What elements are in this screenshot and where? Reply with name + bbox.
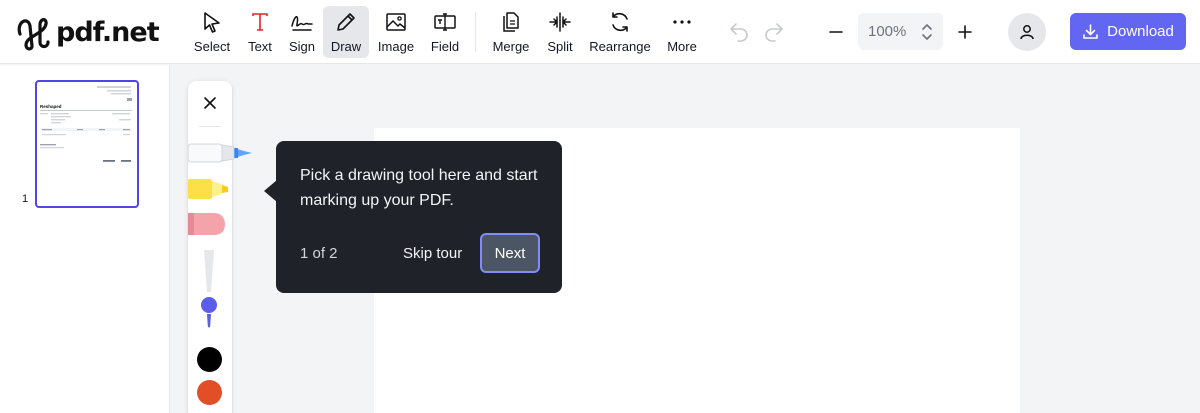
tool-label: Draw (330, 39, 362, 54)
tool-image[interactable]: Image (375, 6, 417, 58)
pdfnet-logo-icon (17, 18, 50, 51)
next-button[interactable]: Next (480, 233, 540, 273)
top-toolbar: pdf.net Select Text Sign Draw Image Fiel… (0, 0, 1200, 64)
user-icon (1020, 25, 1034, 40)
chevron-updown-icon (922, 24, 932, 40)
color-swatch-black[interactable] (197, 347, 222, 372)
tool-label: Select (193, 39, 231, 54)
app-logo[interactable]: pdf.net (14, 12, 160, 52)
close-icon[interactable] (200, 93, 220, 113)
tour-message: Pick a drawing tool here and start marki… (300, 167, 538, 209)
tool-rearrange[interactable]: Rearrange (587, 6, 653, 58)
download-icon (1083, 24, 1098, 39)
toolbar-divider (475, 12, 476, 52)
highlighter-tool-icon[interactable] (188, 176, 230, 202)
tool-label: Text (248, 39, 272, 54)
download-label: Download (1107, 23, 1174, 40)
tool-sign[interactable]: Sign (285, 6, 319, 58)
undo-icon[interactable] (727, 20, 751, 44)
user-avatar-button[interactable] (1008, 13, 1046, 51)
thumbnail-doc-title: Reshaped (40, 104, 62, 109)
page-thumbnail[interactable]: Reshaped (35, 80, 139, 208)
tool-more[interactable]: More (663, 6, 701, 58)
zoom-out-button[interactable] (822, 18, 850, 46)
tool-select[interactable]: Select (190, 6, 234, 58)
zoom-select[interactable]: 100% (858, 13, 943, 50)
stroke-size-slider[interactable] (198, 248, 220, 330)
pen-tool-icon[interactable] (188, 140, 254, 166)
pen-icon (337, 13, 355, 31)
rearrange-icon (612, 12, 628, 32)
tool-label: Split (547, 39, 573, 54)
tool-split[interactable]: Split (542, 6, 578, 58)
color-swatch-orange[interactable] (197, 380, 222, 405)
split-icon (549, 12, 571, 32)
tool-merge[interactable]: Merge (490, 6, 532, 58)
merge-icon (503, 12, 519, 32)
tool-label: Image (377, 39, 415, 54)
onboarding-tour-tooltip: Pick a drawing tool here and start marki… (276, 141, 562, 293)
tool-label: Field (430, 39, 460, 54)
plus-icon (958, 25, 972, 39)
tool-label: Merge (492, 39, 530, 54)
logo-wordmark: pdf.net (56, 16, 160, 48)
page-number: 1 (22, 193, 29, 205)
zoom-value: 100% (868, 23, 907, 40)
tour-step-counter: 1 of 2 (300, 245, 338, 262)
minus-icon (829, 31, 843, 33)
tool-text[interactable]: Text (241, 6, 279, 58)
palette-divider (199, 126, 221, 127)
page-thumbnails-panel: Reshaped 1 (0, 65, 170, 413)
form-field-icon (434, 13, 456, 31)
signature-icon (291, 16, 313, 31)
cursor-arrow-icon (204, 12, 220, 33)
tool-label: Rearrange (589, 39, 651, 54)
text-t-icon (252, 13, 268, 31)
skip-tour-button[interactable]: Skip tour (403, 245, 462, 262)
download-button[interactable]: Download (1070, 13, 1186, 50)
thumbnail-preview: Reshaped (40, 86, 132, 162)
tool-draw[interactable]: Draw (323, 6, 369, 58)
eraser-tool-icon[interactable] (188, 211, 226, 237)
tool-field[interactable]: Field (426, 6, 464, 58)
tool-label: Sign (288, 39, 316, 54)
tool-label: More (667, 39, 697, 54)
redo-icon[interactable] (762, 20, 786, 44)
image-icon (386, 13, 406, 31)
ellipsis-icon (673, 20, 691, 24)
zoom-in-button[interactable] (951, 18, 979, 46)
